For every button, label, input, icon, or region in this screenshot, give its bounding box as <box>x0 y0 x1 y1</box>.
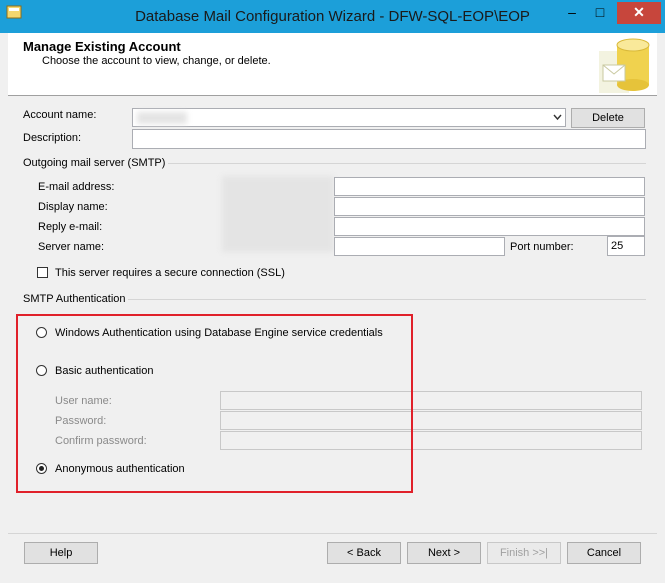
close-button[interactable]: ✕ <box>617 2 661 24</box>
title-bar[interactable]: Database Mail Configuration Wizard - DFW… <box>0 0 665 33</box>
ssl-checkbox[interactable] <box>37 267 48 278</box>
wizard-window: Database Mail Configuration Wizard - DFW… <box>0 0 665 583</box>
ssl-label: This server requires a secure connection… <box>55 267 285 279</box>
footer-divider <box>8 533 657 534</box>
minimize-button[interactable]: – <box>559 2 585 24</box>
chevron-down-icon <box>553 114 562 121</box>
page-header: Manage Existing Account Choose the accou… <box>8 33 657 96</box>
account-name-label: Account name: <box>23 109 97 121</box>
auth-group-label: SMTP Authentication <box>23 293 126 305</box>
reply-email-label: Reply e-mail: <box>38 221 103 233</box>
next-button[interactable]: Next > <box>407 542 481 564</box>
redacted-smtp-values <box>222 176 334 252</box>
server-name-field[interactable] <box>334 237 505 256</box>
account-name-select[interactable] <box>132 108 566 127</box>
port-number-field[interactable]: 25 <box>607 236 645 256</box>
page-subtitle: Choose the account to view, change, or d… <box>42 55 271 67</box>
maximize-button[interactable]: □ <box>587 2 613 24</box>
display-name-field[interactable] <box>334 197 645 216</box>
port-number-value: 25 <box>611 240 624 252</box>
port-number-label: Port number: <box>510 241 574 253</box>
finish-button[interactable]: Finish >>| <box>487 542 561 564</box>
database-mail-icon <box>599 38 650 93</box>
redacted-account-name <box>137 112 187 124</box>
help-button[interactable]: Help <box>24 542 98 564</box>
display-name-label: Display name: <box>38 201 108 213</box>
highlight-box <box>16 314 413 493</box>
description-field[interactable] <box>132 129 646 149</box>
email-address-label: E-mail address: <box>38 181 115 193</box>
email-address-field[interactable] <box>334 177 645 196</box>
reply-email-field[interactable] <box>334 217 645 236</box>
page-title: Manage Existing Account <box>23 39 181 54</box>
cancel-button[interactable]: Cancel <box>567 542 641 564</box>
auth-group-divider <box>128 299 646 300</box>
server-name-label: Server name: <box>38 241 105 253</box>
back-button[interactable]: < Back <box>327 542 401 564</box>
delete-button[interactable]: Delete <box>571 108 645 128</box>
smtp-group-label: Outgoing mail server (SMTP) <box>23 157 166 169</box>
description-label: Description: <box>23 132 82 144</box>
smtp-group-divider <box>168 163 646 164</box>
